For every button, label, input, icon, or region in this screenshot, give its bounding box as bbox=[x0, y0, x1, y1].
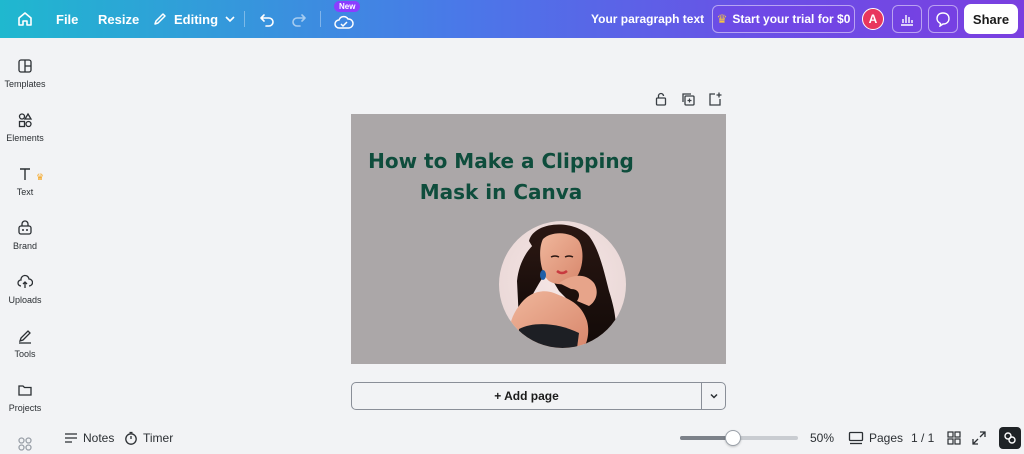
pages-icon bbox=[848, 431, 864, 445]
grid-view-button[interactable] bbox=[947, 424, 961, 452]
lock-icon[interactable] bbox=[653, 91, 669, 107]
zoom-slider-handle[interactable] bbox=[725, 430, 742, 446]
sidebar-item-apps[interactable] bbox=[0, 436, 50, 454]
trial-label: Start your trial for $0 bbox=[732, 12, 851, 26]
toolbar-divider bbox=[244, 11, 245, 27]
sidebar-item-label: Tools bbox=[14, 349, 36, 359]
page-count: 1 / 1 bbox=[911, 431, 935, 445]
redo-button[interactable] bbox=[290, 0, 308, 38]
chevron-down-icon bbox=[225, 16, 235, 23]
design-title-line2: Mask in Canva bbox=[419, 180, 583, 204]
pages-label: Pages bbox=[869, 431, 904, 445]
sidebar-item-uploads[interactable]: Uploads bbox=[0, 274, 50, 324]
fullscreen-button[interactable] bbox=[972, 424, 986, 452]
comment-icon bbox=[936, 12, 950, 27]
design-title[interactable]: How to Make a Clipping Mask in Canva bbox=[351, 146, 651, 208]
sidebar-item-label: Projects bbox=[8, 403, 42, 413]
expand-icon bbox=[972, 431, 986, 445]
sidebar-item-elements[interactable]: Elements bbox=[0, 112, 50, 162]
help-button[interactable] bbox=[999, 427, 1021, 449]
add-page-button[interactable]: + Add page bbox=[351, 382, 702, 410]
cloud-check-icon bbox=[334, 15, 354, 29]
projects-icon bbox=[18, 385, 32, 396]
undo-button[interactable] bbox=[258, 0, 276, 38]
sidebar-item-tools[interactable]: Tools bbox=[0, 328, 50, 378]
sidebar-item-templates[interactable]: Templates bbox=[0, 58, 50, 108]
bar-chart-icon bbox=[901, 15, 913, 26]
notes-button[interactable]: Notes bbox=[64, 424, 114, 452]
comments-button[interactable] bbox=[928, 5, 958, 33]
share-button[interactable]: Share bbox=[964, 4, 1018, 34]
tools-icon bbox=[18, 330, 31, 344]
crown-icon: ♛ bbox=[716, 12, 728, 26]
grid-view-icon bbox=[947, 431, 961, 445]
link-icon bbox=[1004, 432, 1016, 444]
redo-icon bbox=[292, 14, 306, 27]
design-title-line1: How to Make a Clipping bbox=[368, 149, 634, 173]
apps-icon bbox=[18, 437, 32, 451]
editing-dropdown[interactable]: Editing bbox=[152, 0, 236, 38]
editing-label: Editing bbox=[174, 11, 219, 27]
document-title[interactable]: Your paragraph text bbox=[591, 0, 704, 38]
notes-label: Notes bbox=[83, 431, 115, 445]
top-bar: File Resize Editing New Your paragraph t… bbox=[0, 0, 1024, 38]
templates-icon bbox=[18, 59, 32, 73]
sidebar-item-projects[interactable]: Projects bbox=[0, 382, 50, 432]
file-menu[interactable]: File bbox=[56, 0, 78, 38]
duplicate-page-icon[interactable] bbox=[680, 91, 696, 107]
timer-label: Timer bbox=[143, 431, 174, 445]
timer-button[interactable]: Timer bbox=[124, 424, 173, 452]
sidebar-item-label: Elements bbox=[6, 133, 44, 143]
zoom-level[interactable]: 50% bbox=[810, 424, 834, 452]
toolbar-divider bbox=[320, 11, 321, 27]
text-icon bbox=[20, 168, 30, 180]
timer-icon bbox=[125, 431, 137, 445]
portrait-photo bbox=[499, 221, 626, 348]
pencil-icon bbox=[154, 13, 166, 25]
undo-icon bbox=[260, 14, 274, 27]
resize-button[interactable]: Resize bbox=[98, 0, 139, 38]
home-button[interactable] bbox=[16, 0, 34, 38]
sidebar-item-brand[interactable]: Brand bbox=[0, 220, 50, 270]
add-page-icon[interactable] bbox=[707, 91, 723, 107]
avatar[interactable]: A bbox=[862, 8, 884, 30]
sidebar-item-label: Text bbox=[16, 187, 34, 197]
brand-icon bbox=[18, 220, 32, 235]
chevron-down-icon bbox=[709, 393, 718, 399]
bottom-bar: Notes Timer 50% Pages 1 / 1 bbox=[50, 424, 1024, 454]
sidebar-item-label: Brand bbox=[12, 241, 38, 251]
left-sidebar: Templates Elements Text Brand Uploads To… bbox=[0, 38, 50, 454]
elements-icon bbox=[18, 112, 33, 128]
design-page[interactable]: How to Make a Clipping Mask in Canva bbox=[351, 114, 726, 364]
notes-icon bbox=[65, 433, 77, 443]
zoom-slider[interactable] bbox=[680, 430, 798, 446]
brand-crown-icon: ♛ bbox=[36, 172, 45, 182]
new-badge: New bbox=[334, 1, 361, 12]
add-page-options-button[interactable] bbox=[701, 382, 726, 410]
clipped-portrait-image[interactable] bbox=[499, 221, 626, 348]
insights-button[interactable] bbox=[892, 5, 922, 33]
uploads-icon bbox=[17, 274, 33, 288]
sidebar-item-label: Templates bbox=[4, 79, 46, 89]
start-trial-button[interactable]: ♛ Start your trial for $0 bbox=[712, 5, 855, 33]
home-icon bbox=[18, 12, 32, 26]
pages-button[interactable]: Pages bbox=[848, 424, 903, 452]
sidebar-item-label: Uploads bbox=[8, 295, 42, 305]
